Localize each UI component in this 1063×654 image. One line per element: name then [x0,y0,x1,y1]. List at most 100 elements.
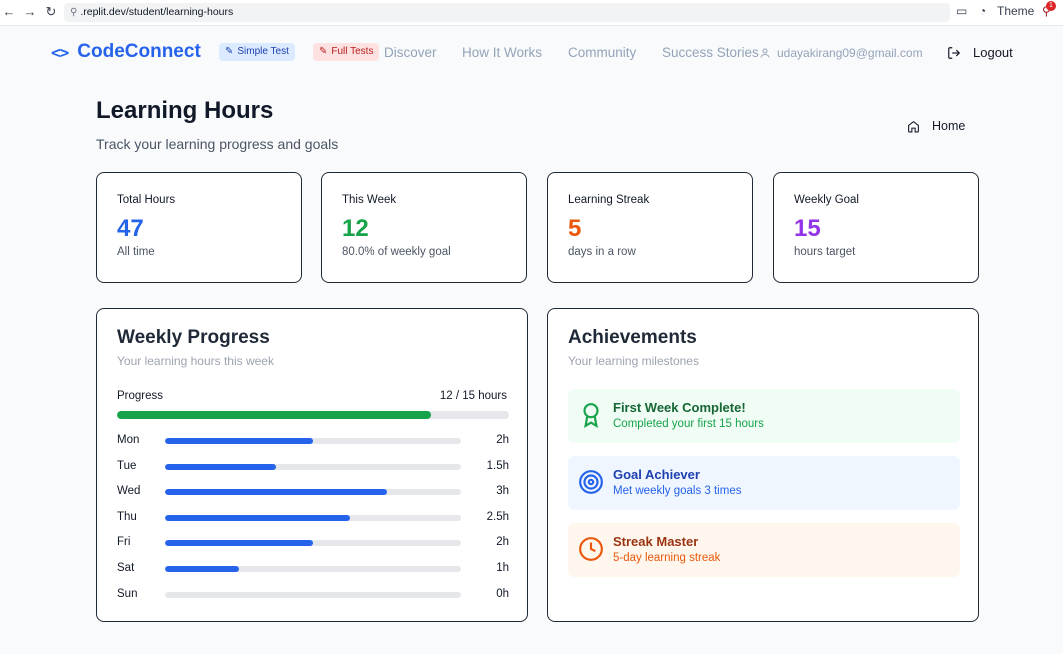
reload-icon[interactable]: ↻ [43,4,59,20]
day-row: Fri 2h [117,535,509,551]
home-label: Home [932,119,966,133]
day-bar-fill [165,463,276,470]
url-text: .replit.dev/student/learning-hours [80,6,234,18]
devices-icon[interactable]: ▭ [956,4,967,18]
day-row: Thu 2.5h [117,510,509,526]
day-row: Tue 1.5h [117,459,509,475]
stat-subtext: 80.0% of weekly goal [342,246,451,258]
day-label: Sat [117,562,135,574]
day-label: Wed [117,485,141,498]
day-row: Wed 3h [117,484,509,500]
stat-card-total-hours: Total Hours 47 All time [96,172,302,283]
achievement-desc: Met weekly goals 3 times [613,485,742,497]
day-label: Thu [117,510,137,523]
forward-icon[interactable]: → [22,4,38,20]
day-hours: 0h [496,587,509,600]
stat-label: Weekly Goal [794,194,859,206]
page-subtitle: Track your learning progress and goals [96,136,339,152]
stat-label: This Week [342,194,397,206]
day-bar-fill [165,438,313,444]
simple-test-button[interactable]: ✎ Simple Test [219,43,295,61]
home-icon [908,120,919,132]
day-label: Tue [117,459,137,472]
achievements-title: Achievements [568,327,697,348]
day-bar [165,438,461,444]
clock-icon [579,537,603,561]
day-hours: 3h [496,485,509,498]
full-tests-label: Full Tests [331,46,374,57]
link-icon: ⚲ [70,7,78,18]
brand-name: CodeConnect [77,41,201,62]
day-bar [165,540,461,547]
weekly-progress-subtitle: Your learning hours this week [117,354,274,368]
nav-link-how-it-works[interactable]: How It Works [462,45,542,60]
day-bar-fill [165,514,350,521]
day-row: Sun 0h [117,587,509,603]
user-menu[interactable]: udayakirang09@gmail.com [759,46,923,60]
target-icon [579,470,603,494]
day-label: Fri [117,536,131,549]
home-button[interactable]: Home [907,119,965,133]
stat-label: Learning Streak [568,194,650,206]
day-bar [165,514,461,521]
simple-test-label: Simple Test [237,46,289,57]
achievement-card: First Week Complete! Completed your firs… [568,389,960,443]
brand-logo[interactable]: <> CodeConnect [51,41,201,63]
day-label: Mon [117,434,140,446]
stat-card-learning-streak: Learning Streak 5 days in a row [547,172,753,283]
code-icon: <> [51,42,69,62]
stat-card-weekly-goal: Weekly Goal 15 hours target [773,172,979,283]
day-label: Sun [117,587,138,600]
logout-label: Logout [973,45,1013,60]
stat-value: 47 [117,215,144,242]
pencil-icon: ✎ [319,46,328,57]
stat-card-this-week: This Week 12 80.0% of weekly goal [321,172,527,283]
progress-label: Progress [117,390,164,402]
weekly-progress-title: Weekly Progress [117,327,270,348]
day-bar-fill [165,566,239,572]
achievement-card: Streak Master 5-day learning streak [568,523,960,577]
stat-subtext: hours target [794,246,856,258]
day-bar [165,463,461,470]
user-email: udayakirang09@gmail.com [777,46,923,60]
achievement-card: Goal Achiever Met weekly goals 3 times [568,456,960,510]
weekly-progress-panel: Weekly Progress Your learning hours this… [96,308,528,622]
address-bar[interactable]: ⚲ .replit.dev/student/learning-hours [64,3,950,22]
nav-link-success-stories[interactable]: Success Stories [662,45,759,60]
back-icon[interactable]: ← [1,4,17,20]
day-bar [165,591,461,598]
theme-label[interactable]: Theme [997,4,1034,18]
award-icon [583,403,599,428]
top-navigation: <> CodeConnect ✎ Simple Test ✎ Full Test… [0,26,1063,80]
achievements-panel: Achievements Your learning milestones Fi… [547,308,979,622]
achievement-desc: Completed your first 15 hours [613,418,764,430]
day-hours: 1.5h [486,459,509,472]
nav-link-discover[interactable]: Discover [384,45,437,60]
day-hours: 2h [496,536,509,549]
progress-bar [117,411,509,419]
day-row: Sat 1h [117,561,509,577]
progress-value: 12 / 15 hours [439,390,507,402]
achievement-title: Goal Achiever [613,467,700,482]
stat-value: 15 [794,215,821,242]
stat-label: Total Hours [117,194,176,206]
progress-bar-fill [117,411,431,419]
day-hours: 2.5h [486,510,509,523]
day-hours: 2h [496,434,509,446]
day-bar [165,489,461,496]
day-bar [165,566,461,572]
logout-button[interactable]: Logout [947,45,1013,60]
day-bar-fill [165,489,387,496]
achievement-title: First Week Complete! [613,400,746,415]
day-hours: 1h [496,562,509,574]
achievement-title: Streak Master [613,534,699,549]
palette-icon[interactable]: ◔ [979,4,986,18]
logout-icon [948,46,961,59]
achievements-subtitle: Your learning milestones [568,354,699,368]
stat-value: 5 [568,215,582,242]
nav-link-community[interactable]: Community [568,45,636,60]
stat-subtext: All time [117,246,155,258]
achievement-desc: 5-day learning streak [613,552,721,564]
full-tests-button[interactable]: ✎ Full Tests [313,43,380,61]
stat-value: 12 [342,215,369,242]
